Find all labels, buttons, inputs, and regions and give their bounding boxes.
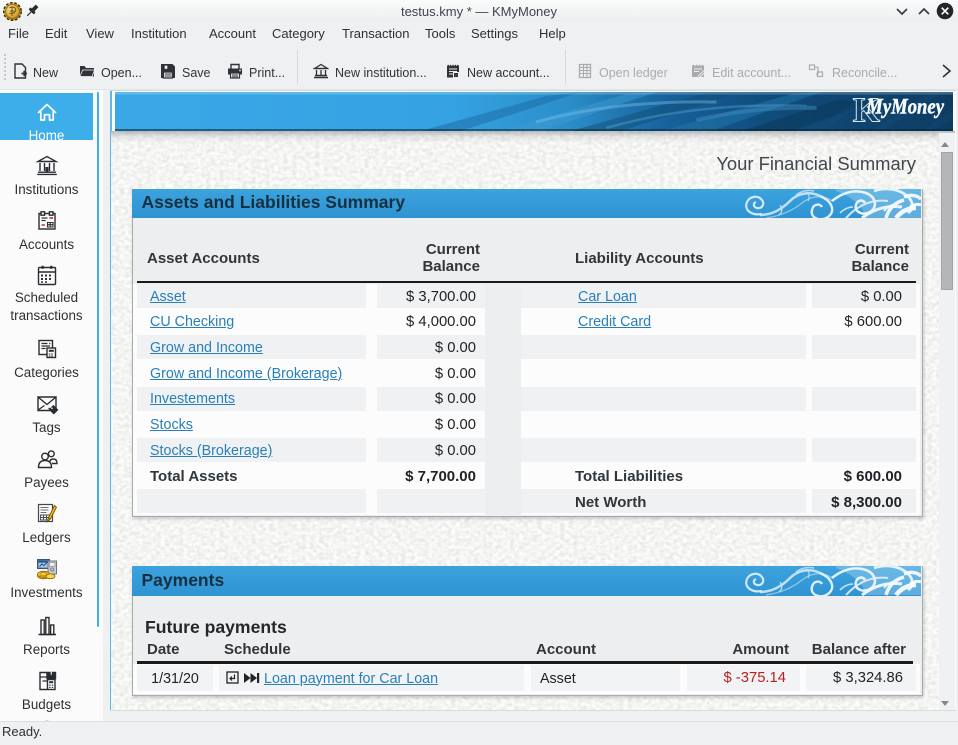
svg-text:MyMoney: MyMoney <box>865 94 944 119</box>
